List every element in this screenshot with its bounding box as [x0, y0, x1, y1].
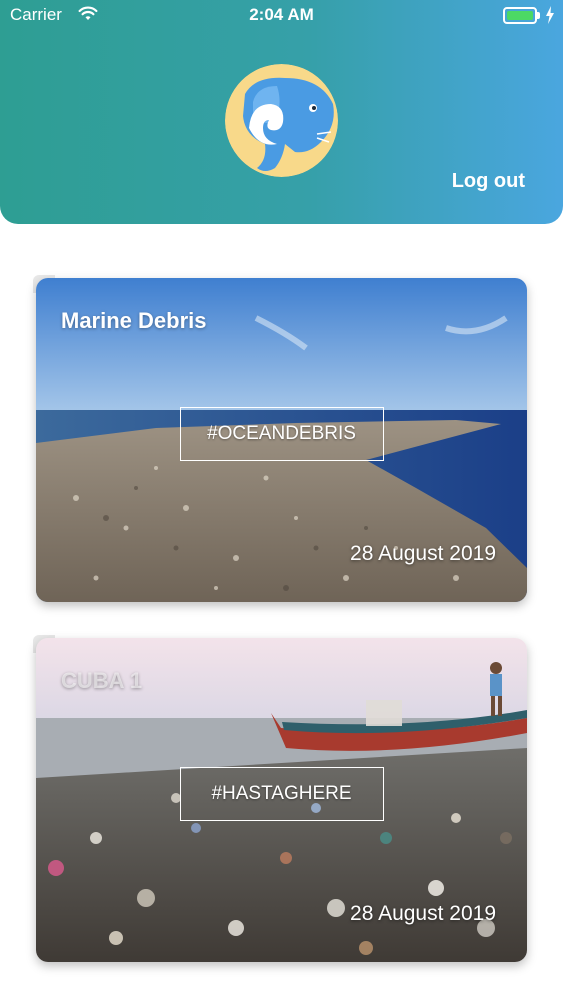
status-bar: Carrier 2:04 AM	[0, 0, 563, 32]
app-header: Carrier 2:04 AM Log out	[0, 0, 563, 224]
card-title: CUBA 1	[61, 668, 143, 693]
campaign-card[interactable]: Marine Debris #OCEANDEBRIS 28 August 201…	[36, 278, 527, 602]
hashtag-button[interactable]: #OCEANDEBRIS	[179, 407, 384, 461]
campaign-card[interactable]: CUBA 1 #HASTAGHERE 28 August 2019	[36, 638, 527, 962]
battery-tip	[537, 12, 540, 19]
card-date: 28 August 2019	[350, 902, 496, 925]
hashtag-button[interactable]: #HASTAGHERE	[179, 767, 384, 821]
card-date: 28 August 2019	[350, 542, 496, 565]
elephant-logo-icon[interactable]	[225, 64, 338, 177]
status-time: 2:04 AM	[249, 5, 314, 24]
charging-bolt-icon	[545, 6, 555, 29]
battery-icon	[503, 7, 537, 24]
logout-button[interactable]: Log out	[452, 170, 525, 193]
card-title: Marine Debris	[61, 308, 207, 333]
